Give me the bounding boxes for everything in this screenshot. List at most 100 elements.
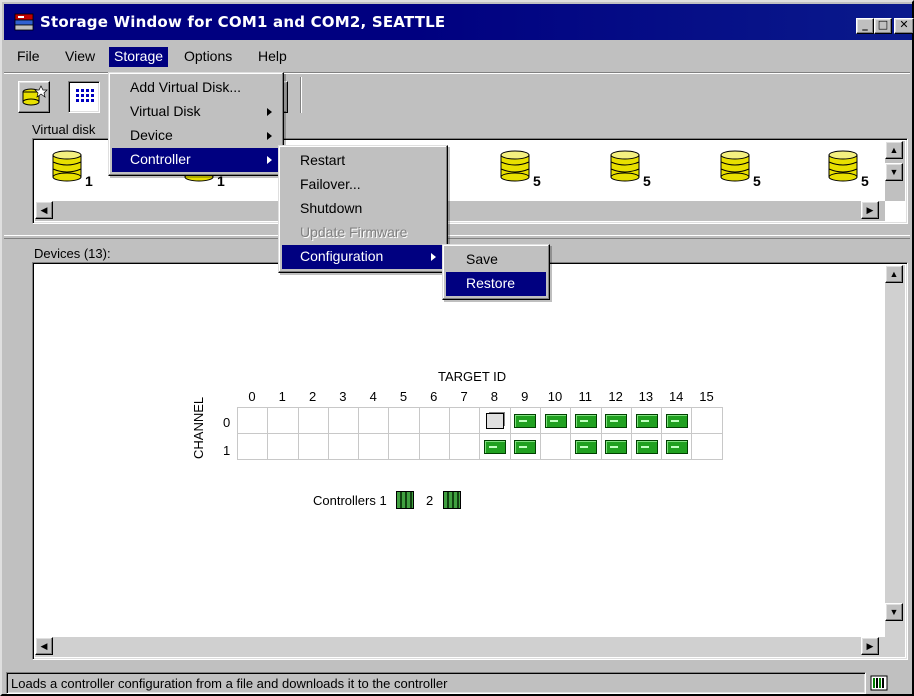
controller-submenu: Restart Failover... Shutdown Update Firm… [278, 145, 448, 273]
controller-device-icon[interactable] [486, 412, 505, 429]
target-slot[interactable] [630, 433, 663, 460]
target-slot[interactable] [539, 407, 572, 434]
virtual-disk-icon[interactable] [827, 149, 863, 185]
target-slot[interactable] [570, 407, 602, 434]
virtual-disk-raid-level: 5 [861, 173, 869, 189]
virtual-disk-raid-level: 5 [533, 173, 541, 189]
menu-item-shutdown[interactable]: Shutdown [282, 197, 444, 221]
menu-item-failover[interactable]: Failover... [282, 173, 444, 197]
menu-help[interactable]: Help [253, 47, 292, 67]
channel-label: 0 [223, 415, 231, 430]
virtual-disk-vertical-scrollbar[interactable]: ▲ ▼ [885, 141, 905, 201]
target-id-label: 9 [521, 389, 529, 404]
controllers-row: Controllers 1 2 [313, 491, 469, 509]
target-slot[interactable] [661, 433, 693, 460]
virtual-disk-icon[interactable] [609, 149, 645, 185]
menu-item-controller[interactable]: Controller [112, 148, 280, 172]
target-slot [539, 433, 572, 460]
target-slot [691, 433, 723, 460]
disk-device-icon[interactable] [484, 440, 507, 455]
menu-item-device[interactable]: Device [112, 124, 280, 148]
controllers-label: Controllers [313, 493, 376, 508]
target-slot[interactable] [479, 433, 511, 460]
target-slot[interactable] [630, 407, 663, 434]
virtual-disk-icon[interactable] [499, 149, 535, 185]
menu-item-restore[interactable]: Restore [446, 272, 546, 296]
target-slot[interactable] [570, 433, 602, 460]
virtual-disk-horizontal-scrollbar[interactable]: ◀ ▶ [35, 201, 885, 221]
minimize-button[interactable]: _ [856, 18, 874, 34]
target-slot [236, 407, 269, 434]
target-slot[interactable] [479, 407, 511, 434]
menu-storage[interactable]: Storage [109, 47, 169, 67]
add-disk-button[interactable] [18, 81, 50, 113]
virtual-disk-icon[interactable] [719, 149, 755, 185]
channel-row [236, 433, 723, 460]
devices-horizontal-scrollbar[interactable]: ◀ ▶ [35, 637, 905, 657]
target-slot[interactable] [661, 407, 693, 434]
scroll-down-arrow-icon[interactable]: ▼ [885, 163, 903, 181]
target-slot[interactable] [600, 433, 632, 460]
storage-menu: Add Virtual Disk... Virtual Disk Device … [108, 72, 284, 176]
maximize-button[interactable]: □ [874, 18, 892, 34]
target-id-label: 15 [699, 389, 714, 404]
menu-item-restart[interactable]: Restart [282, 149, 444, 173]
menu-options[interactable]: Options [179, 47, 237, 67]
disk-device-icon[interactable] [574, 440, 597, 455]
controller-chip-icon[interactable] [442, 491, 461, 509]
target-id-label: 13 [638, 389, 654, 404]
scroll-left-arrow-icon[interactable]: ◀ [35, 201, 53, 219]
target-slot[interactable] [509, 433, 541, 460]
pane-splitter[interactable] [4, 235, 910, 239]
devices-vertical-scrollbar[interactable]: ▲ ▼ [885, 265, 905, 637]
menu-item-label: Restore [466, 275, 516, 291]
target-id-title: TARGET ID [438, 369, 507, 384]
disk-device-icon[interactable] [635, 414, 658, 429]
target-id-label: 14 [668, 389, 684, 404]
close-icon: ✕ [899, 18, 909, 31]
target-slot [449, 433, 481, 460]
menu-item-configuration[interactable]: Configuration [282, 245, 444, 269]
menu-view[interactable]: View [60, 47, 100, 67]
controller-status-icon [870, 675, 888, 691]
menu-file[interactable]: File [12, 47, 45, 67]
menu-item-save[interactable]: Save [446, 248, 546, 272]
menu-item-label: Update Firmware [300, 224, 408, 240]
target-slot[interactable] [509, 407, 541, 434]
disk-device-icon[interactable] [665, 440, 688, 455]
channel-row [236, 407, 723, 434]
disk-device-icon[interactable] [635, 440, 658, 455]
disk-device-icon[interactable] [605, 414, 628, 429]
target-slot [297, 407, 329, 434]
disk-device-icon[interactable] [574, 414, 597, 429]
title-bar[interactable]: Storage Window for COM1 and COM2, SEATTL… [4, 4, 914, 40]
scroll-right-arrow-icon[interactable]: ▶ [861, 637, 879, 655]
menu-item-label: Controller [130, 151, 191, 167]
target-slot [358, 433, 390, 460]
scroll-up-arrow-icon[interactable]: ▲ [885, 265, 903, 283]
controller-chip-icon[interactable] [396, 491, 415, 509]
scroll-up-arrow-icon[interactable]: ▲ [885, 141, 903, 159]
disk-device-icon[interactable] [544, 414, 567, 429]
disk-device-icon[interactable] [514, 440, 537, 455]
disk-device-icon[interactable] [605, 440, 628, 455]
virtual-disk-icon[interactable] [51, 149, 87, 185]
target-id-label: 8 [490, 389, 498, 404]
menu-item-virtual-disk[interactable]: Virtual Disk [112, 100, 280, 124]
disk-device-icon[interactable] [514, 414, 537, 429]
target-slot [358, 407, 390, 434]
disk-device-icon[interactable] [665, 414, 688, 429]
scroll-right-arrow-icon[interactable]: ▶ [861, 201, 879, 219]
channel-label: 1 [223, 443, 231, 458]
status-text: Loads a controller configuration from a … [6, 672, 866, 694]
scroll-down-arrow-icon[interactable]: ▼ [885, 603, 903, 621]
target-slot[interactable] [600, 407, 632, 434]
menu-item-add-virtual-disk[interactable]: Add Virtual Disk... [112, 76, 280, 100]
target-slot [388, 433, 420, 460]
close-button[interactable]: ✕ [894, 18, 914, 34]
configuration-submenu: Save Restore [442, 244, 550, 300]
status-bar: Loads a controller configuration from a … [4, 670, 910, 696]
target-id-label: 4 [369, 389, 377, 404]
grid-view-button[interactable] [68, 81, 100, 113]
scroll-left-arrow-icon[interactable]: ◀ [35, 637, 53, 655]
